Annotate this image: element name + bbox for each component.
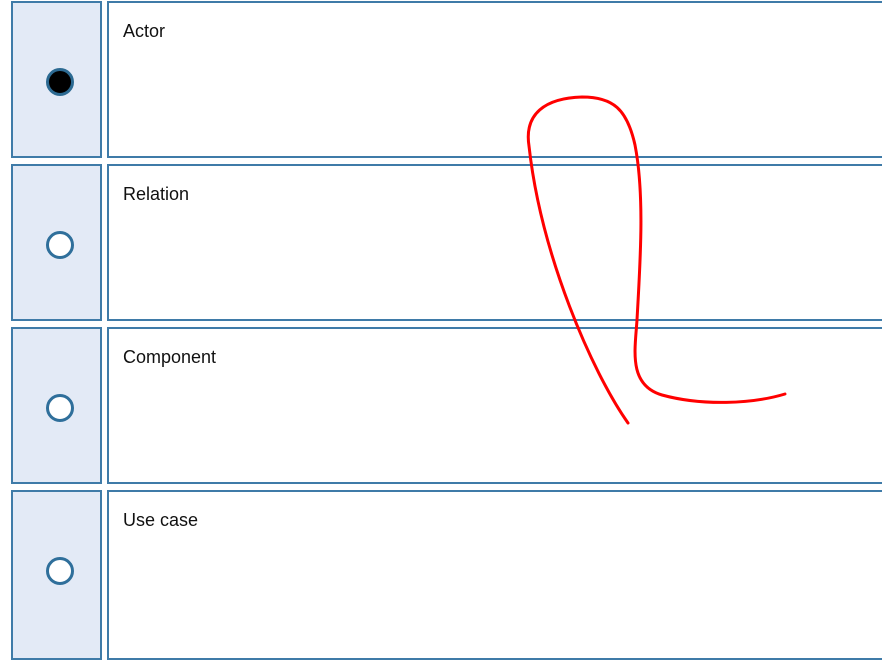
radio-cell-relation[interactable] — [11, 164, 102, 321]
radio-button-component[interactable] — [46, 394, 74, 422]
label-cell-actor[interactable]: Actor — [107, 1, 882, 158]
radio-button-use-case[interactable] — [46, 557, 74, 585]
radio-button-relation[interactable] — [46, 231, 74, 259]
radio-button-actor[interactable] — [46, 68, 74, 96]
option-label-relation: Relation — [123, 184, 190, 204]
radio-option-list: Actor Relation Component Use case — [0, 0, 882, 660]
option-label-component: Component — [123, 347, 217, 367]
option-row-relation[interactable]: Relation — [0, 163, 882, 325]
option-label-actor: Actor — [123, 21, 166, 41]
radio-cell-component[interactable] — [11, 327, 102, 484]
option-label-use-case: Use case — [123, 510, 199, 530]
label-cell-use-case[interactable]: Use case — [107, 490, 882, 660]
option-row-component[interactable]: Component — [0, 326, 882, 488]
label-cell-component[interactable]: Component — [107, 327, 882, 484]
label-cell-relation[interactable]: Relation — [107, 164, 882, 321]
option-row-use-case[interactable]: Use case — [0, 489, 882, 660]
radio-cell-use-case[interactable] — [11, 490, 102, 660]
radio-cell-actor[interactable] — [11, 1, 102, 158]
option-row-actor[interactable]: Actor — [0, 0, 882, 162]
